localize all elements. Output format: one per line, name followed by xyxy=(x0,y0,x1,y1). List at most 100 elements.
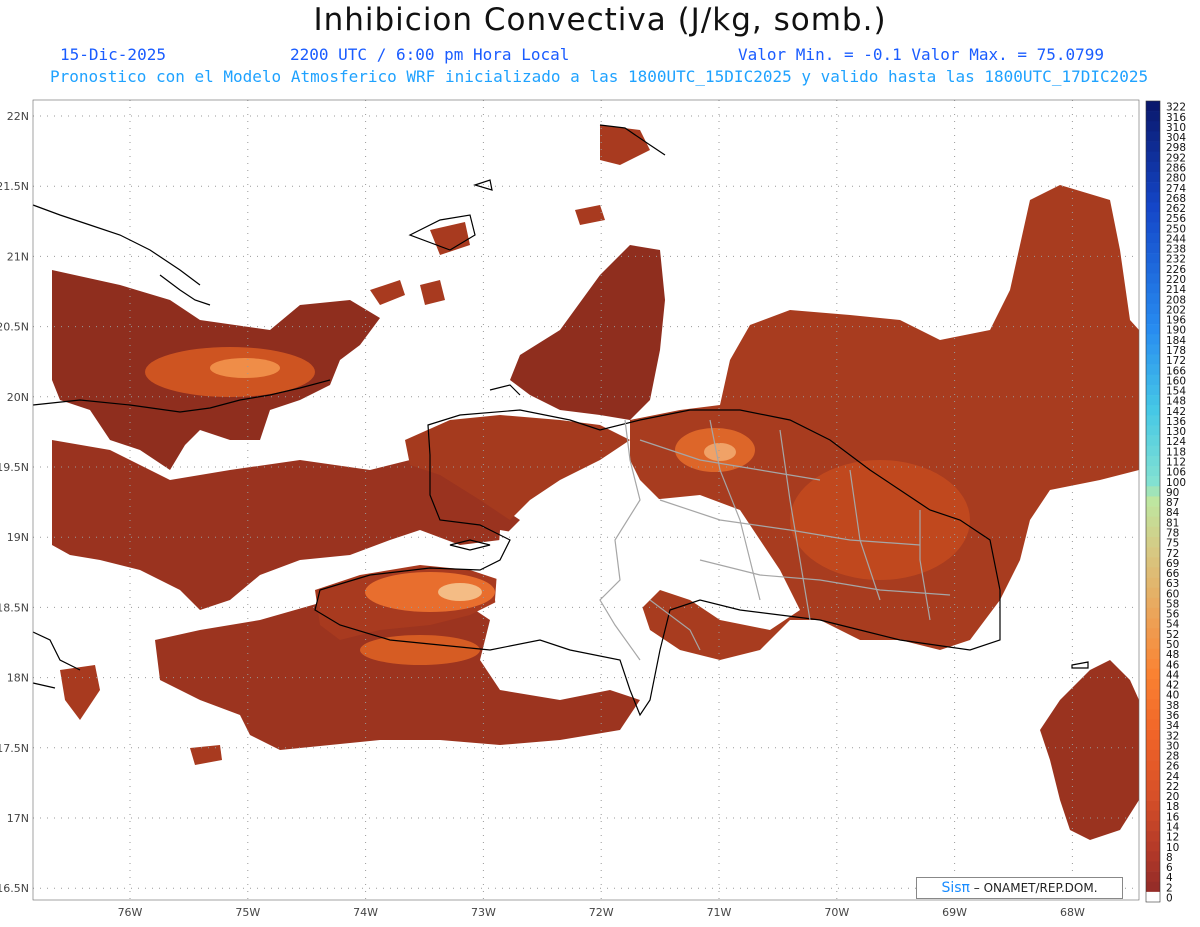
colorbar-swatch xyxy=(1146,476,1160,487)
colorbar-label: 0 xyxy=(1166,893,1173,905)
lon-tick-label: 71W xyxy=(707,906,732,919)
colorbar-swatch xyxy=(1146,202,1160,213)
longitude-axis: 76W 75W 74W 73W 72W 71W 70W 69W 68W xyxy=(118,906,1085,919)
lon-tick-label: 75W xyxy=(235,906,260,919)
colorbar-swatch xyxy=(1146,131,1160,142)
lat-tick-label: 20.5N xyxy=(0,321,29,334)
colorbar-swatch xyxy=(1146,466,1160,477)
map-panel: 22N 21.5N 21N 20.5N 20N 19.5N 19N 18.5N 18N 17.5N… xyxy=(0,99,1186,919)
colorbar-swatch xyxy=(1146,222,1160,234)
colorbar-swatch xyxy=(1146,344,1160,355)
colorbar-swatch xyxy=(1146,486,1160,497)
colorbar-swatch xyxy=(1146,516,1160,528)
shade-hotspot-cuba-core xyxy=(210,358,280,378)
colorbar-swatch xyxy=(1146,334,1160,345)
colorbar-swatch xyxy=(1146,303,1160,315)
colorbar-swatch xyxy=(1146,283,1160,294)
colorbar-swatch xyxy=(1146,364,1160,376)
colorbar-swatch xyxy=(1146,425,1160,436)
shade-hotspot-south xyxy=(360,635,480,665)
colorbar-swatch xyxy=(1146,506,1160,518)
colorbar-swatch xyxy=(1146,101,1160,112)
lon-tick-label: 74W xyxy=(353,906,378,919)
colorbar-swatch xyxy=(1146,780,1160,791)
colorbar-swatch xyxy=(1146,242,1160,254)
lon-tick-label: 72W xyxy=(589,906,614,919)
shade-hotspot-haiti-core xyxy=(438,583,482,601)
lon-tick-label: 68W xyxy=(1060,906,1085,919)
lon-tick-label: 70W xyxy=(824,906,849,919)
colorbar-swatch xyxy=(1146,395,1160,406)
lat-tick-label: 18.5N xyxy=(0,601,29,614)
colorbar-swatch xyxy=(1146,253,1160,264)
colorbar-swatch xyxy=(1146,851,1160,862)
lat-tick-label: 21.5N xyxy=(0,180,29,193)
colorbar-swatch xyxy=(1146,739,1160,751)
colorbar-swatch xyxy=(1146,263,1160,274)
colorbar-swatch xyxy=(1146,760,1160,771)
colorbar-swatch xyxy=(1146,891,1160,903)
colorbar-swatch xyxy=(1146,536,1160,548)
colorbar-swatch xyxy=(1146,800,1160,812)
shade-hotspot-cibao-core xyxy=(704,443,736,461)
colorbar-swatch xyxy=(1146,141,1160,152)
lat-tick-label: 17.5N xyxy=(0,742,29,755)
colorbar-swatch xyxy=(1146,455,1160,467)
colorbar-swatch xyxy=(1146,324,1160,335)
lat-tick-label: 19N xyxy=(7,531,29,544)
colorbar-swatch xyxy=(1146,618,1160,629)
colorbar-swatch xyxy=(1146,871,1160,883)
colorbar-swatch xyxy=(1146,415,1160,426)
colorbar-swatch xyxy=(1146,405,1160,416)
colorbar-swatch xyxy=(1146,496,1160,507)
colorbar-swatch xyxy=(1146,810,1160,822)
colorbar-swatch xyxy=(1146,729,1160,741)
colorbar-swatch xyxy=(1146,445,1160,457)
lat-tick-label: 18N xyxy=(7,672,29,685)
lat-tick-label: 19.5N xyxy=(0,461,29,474)
lat-tick-label: 16.5N xyxy=(0,882,29,895)
colorbar-swatch xyxy=(1146,151,1160,163)
colorbar-swatch xyxy=(1146,557,1160,568)
lat-tick-label: 17N xyxy=(7,812,29,825)
colorbar-swatch xyxy=(1146,171,1160,183)
brand-logo: Sisπ xyxy=(941,880,970,896)
latitude-axis: 22N 21.5N 21N 20.5N 20N 19.5N 19N 18.5N 18N 17.5N… xyxy=(0,110,29,895)
colorbar-swatch xyxy=(1146,719,1160,730)
colorbar-swatch xyxy=(1146,567,1160,578)
colorbar-swatch xyxy=(1146,861,1160,872)
shade-hotspot-east xyxy=(790,460,970,580)
colorbar-swatch xyxy=(1146,161,1160,173)
colorbar-swatch xyxy=(1146,749,1160,761)
lat-tick-label: 22N xyxy=(7,110,29,123)
colorbar-swatch xyxy=(1146,384,1160,396)
colorbar-swatch xyxy=(1146,770,1160,781)
colorbar-swatch xyxy=(1146,607,1160,619)
colorbar-swatch xyxy=(1146,597,1160,609)
colorbar-swatch xyxy=(1146,121,1160,132)
colorbar-swatch xyxy=(1146,293,1160,305)
colorbar-swatch xyxy=(1146,658,1160,670)
colorbar-swatch xyxy=(1146,709,1160,720)
colorbar-swatch xyxy=(1146,699,1160,710)
colorbar-swatch xyxy=(1146,313,1160,325)
colorbar-swatch xyxy=(1146,668,1160,680)
colorbar-swatch xyxy=(1146,577,1160,588)
colorbar-swatch xyxy=(1146,212,1160,223)
colorbar-swatch xyxy=(1146,526,1160,538)
colorbar-swatch xyxy=(1146,841,1160,852)
lat-tick-label: 21N xyxy=(7,250,29,263)
colorbar-swatch xyxy=(1146,628,1160,639)
colorbar-swatch xyxy=(1146,354,1160,365)
lon-tick-label: 73W xyxy=(471,906,496,919)
colorbar-swatch xyxy=(1146,273,1160,284)
colorbar-swatch xyxy=(1146,374,1160,386)
colorbar-swatch xyxy=(1146,232,1160,244)
lon-tick-label: 76W xyxy=(118,906,143,919)
colorbar-swatch xyxy=(1146,182,1160,193)
lon-tick-label: 69W xyxy=(942,906,967,919)
lat-tick-label: 20N xyxy=(7,391,29,404)
colorbar-swatch xyxy=(1146,678,1160,690)
colorbar: 3223163103042982922862802742682622562502… xyxy=(1145,100,1186,905)
colorbar-swatch xyxy=(1146,111,1160,122)
